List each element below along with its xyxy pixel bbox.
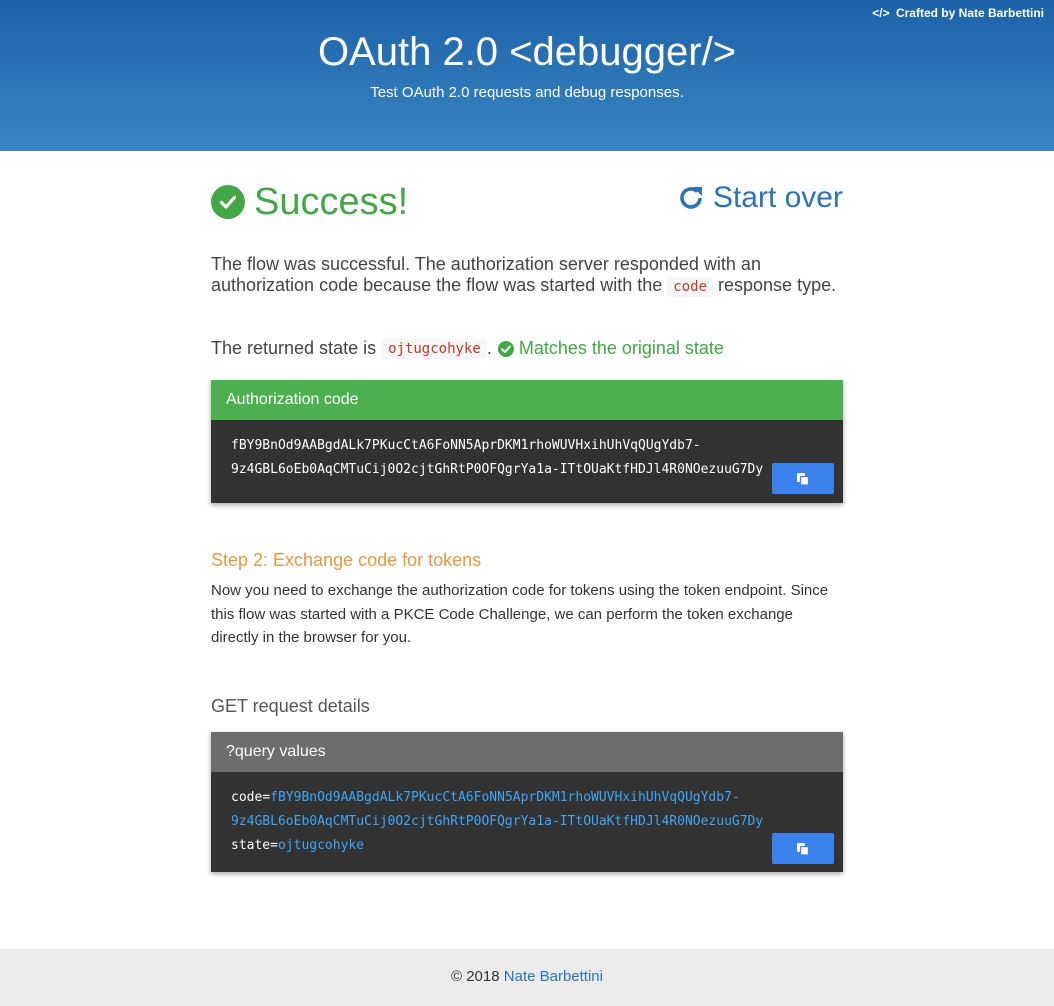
- title-main: OAuth 2.0: [317, 30, 499, 74]
- query-state-line: state=ojtugcohyke: [231, 834, 823, 858]
- get-request-title: GET request details: [211, 696, 370, 716]
- page-footer: © 2018 Nate Barbettini: [0, 949, 1054, 1006]
- response-type-code: code: [667, 277, 713, 297]
- result-header: Success! Start over: [211, 181, 843, 231]
- authorization-code-card: Authorization code fBY9BnOd9AABgdALk7PKu…: [211, 380, 843, 503]
- query-code-value-1: fBY9BnOd9AABgdALk7PKucCtA6FoNN5AprDKM1rh…: [270, 790, 740, 805]
- crafted-by-link[interactable]: </> Crafted by Nate Barbettini: [872, 6, 1044, 20]
- check-circle-icon: [211, 185, 245, 219]
- query-state-value: ojtugcohyke: [277, 838, 365, 853]
- start-over-link[interactable]: Start over: [677, 181, 843, 215]
- copy-icon: [797, 842, 810, 856]
- copy-button[interactable]: [772, 463, 834, 494]
- lead-text-2: response type.: [718, 275, 837, 295]
- step-2-text: Now you need to exchange the authorizati…: [211, 582, 829, 646]
- check-circle-icon: [497, 340, 514, 357]
- copy-button[interactable]: [772, 833, 834, 864]
- page-title: OAuth 2.0 <debugger/>: [0, 30, 1054, 75]
- page-header: </> Crafted by Nate Barbettini OAuth 2.0…: [0, 0, 1054, 151]
- code-icon: </>: [872, 6, 890, 20]
- footer-author-link[interactable]: Nate Barbettini: [504, 968, 603, 985]
- refresh-icon: [680, 187, 702, 209]
- title-code: <debugger/>: [509, 30, 737, 74]
- page-subtitle: Test OAuth 2.0 requests and debug respon…: [370, 84, 684, 101]
- result-description: The flow was successful. The authorizati…: [211, 254, 843, 298]
- state-dot: .: [486, 338, 492, 358]
- crafted-by-label: Crafted by Nate Barbettini: [895, 6, 1044, 20]
- query-code-line1: code=fBY9BnOd9AABgdALk7PKucCtA6FoNN5AprD…: [231, 786, 823, 810]
- step-2-title: Step 2: Exchange code for tokens: [211, 550, 482, 570]
- state-value: ojtugcohyke: [382, 338, 487, 359]
- query-state-key: state=: [231, 838, 278, 853]
- footer-copyright: © 2018: [451, 968, 500, 985]
- state-prefix: The returned state is: [211, 338, 377, 358]
- state-line: The returned state is ojtugcohyke . Matc…: [211, 338, 843, 359]
- card-title: Authorization code: [211, 380, 843, 420]
- copy-icon: [797, 472, 810, 486]
- card-title: ?query values: [211, 732, 843, 772]
- query-code-key: code=: [231, 790, 271, 805]
- state-match-label: Matches the original state: [518, 338, 724, 358]
- state-match: Matches the original state: [497, 338, 724, 359]
- query-values-body: code=fBY9BnOd9AABgdALk7PKucCtA6FoNN5AprD…: [211, 772, 843, 872]
- authorization-code-line2: 9z4GBL6oEb0AqCMTuCij0O2cjtGhRtP0OFQgrYa1…: [231, 462, 764, 477]
- query-values-card: ?query values code=fBY9BnOd9AABgdALk7PKu…: [211, 732, 843, 872]
- query-code-value-2: 9z4GBL6oEb0AqCMTuCij0O2cjtGhRtP0OFQgrYa1…: [231, 814, 764, 829]
- authorization-code-line1: fBY9BnOd9AABgdALk7PKucCtA6FoNN5AprDKM1rh…: [231, 438, 701, 453]
- start-over-label: Start over: [712, 181, 843, 214]
- authorization-code-body: fBY9BnOd9AABgdALk7PKucCtA6FoNN5AprDKM1rh…: [211, 420, 843, 503]
- success-heading: Success!: [254, 181, 409, 223]
